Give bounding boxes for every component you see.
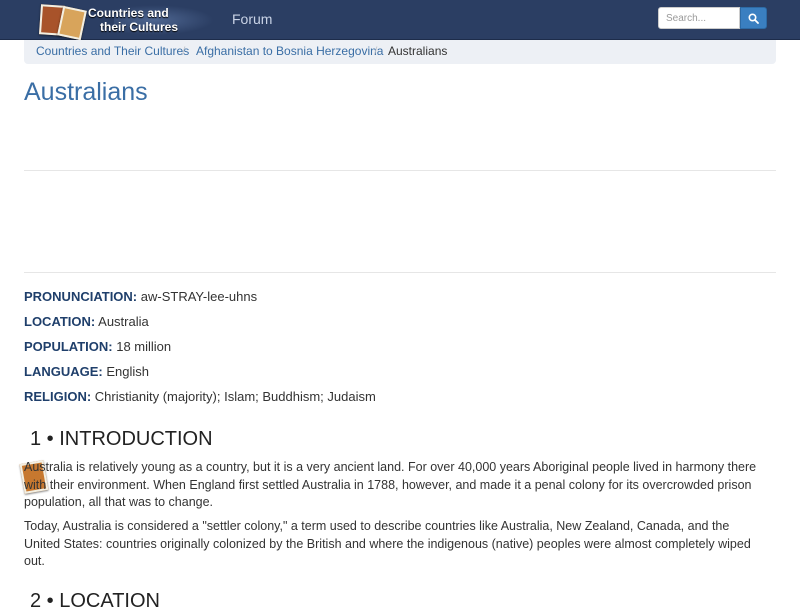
page-title: Australians xyxy=(24,78,148,106)
breadcrumb-link-afghanistan-bosnia[interactable]: Afghanistan to Bosnia Herzegovina xyxy=(196,44,383,58)
fact-value: 18 million xyxy=(116,339,172,354)
breadcrumb-current: Australians xyxy=(388,44,448,58)
breadcrumb-item: Afghanistan to Bosnia Herzegovina xyxy=(196,40,383,62)
fact-value: English xyxy=(106,364,149,379)
divider xyxy=(24,272,776,273)
fact-value: Christianity (majority); Islam; Buddhism… xyxy=(94,389,376,404)
site-logo[interactable]: Countries and their Cultures xyxy=(19,3,218,494)
fact-population: POPULATION: 18 million xyxy=(24,339,171,354)
fact-label: PRONUNCIATION: xyxy=(24,289,138,304)
logo-line-2: their Cultures xyxy=(100,20,179,34)
logo-text: Countries and their Cultures xyxy=(88,6,218,34)
fact-value: aw-STRAY-lee-uhns xyxy=(140,289,258,304)
fact-label: LOCATION: xyxy=(24,314,96,329)
breadcrumb: Countries and Their Cultures / Afghanist… xyxy=(24,40,776,64)
top-navbar: Countries and their Cultures Forum xyxy=(0,0,800,494)
paragraph: Today, Australia is considered a "settle… xyxy=(24,519,751,568)
section-heading-location: 2 • LOCATION xyxy=(30,590,160,612)
divider xyxy=(24,170,776,171)
search-input[interactable] xyxy=(658,7,740,29)
fact-religion: RELIGION: Christianity (majority); Islam… xyxy=(24,389,376,404)
fact-language: LANGUAGE: English xyxy=(24,364,149,379)
fact-location: LOCATION: Australia xyxy=(24,314,149,329)
logo-line-1: Countries and xyxy=(88,6,169,20)
magnifier-icon xyxy=(748,12,759,24)
logo-photo xyxy=(57,5,87,41)
fact-pronunciation: PRONUNCIATION: aw-STRAY-lee-uhns xyxy=(24,289,257,304)
fact-label: POPULATION: xyxy=(24,339,113,354)
fact-label: RELIGION: xyxy=(24,389,92,404)
paragraph: Australia is relatively young as a count… xyxy=(24,460,757,509)
breadcrumb-separator: / xyxy=(182,44,186,58)
nav-forum-link[interactable]: Forum xyxy=(232,11,272,27)
fact-label: LANGUAGE: xyxy=(24,364,103,379)
fact-value: Australia xyxy=(98,314,149,329)
breadcrumb-separator: / xyxy=(374,44,378,58)
breadcrumb-link-countries[interactable]: Countries and Their Cultures xyxy=(36,44,189,58)
search-button[interactable] xyxy=(740,7,767,29)
breadcrumb-item: Countries and Their Cultures xyxy=(36,40,189,62)
section-heading-introduction: 1 • INTRODUCTION xyxy=(30,428,213,450)
